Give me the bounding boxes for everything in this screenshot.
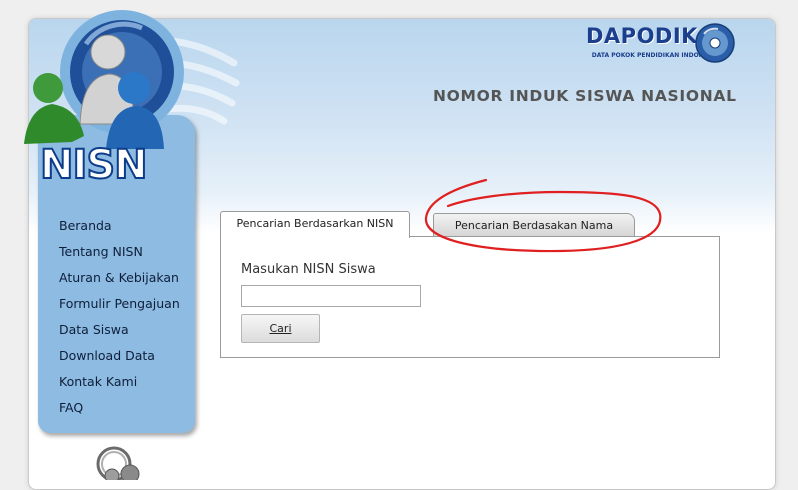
sidebar-item-tentang-nisn[interactable]: Tentang NISN bbox=[59, 239, 180, 265]
cd-disc-icon bbox=[695, 23, 735, 63]
keys-icon bbox=[96, 446, 140, 480]
nisn-input[interactable] bbox=[241, 285, 421, 307]
tab-search-by-nisn[interactable]: Pencarian Berdasarkan NISN bbox=[220, 211, 410, 238]
search-panel: Masukan NISN Siswa Cari bbox=[220, 236, 720, 358]
sidebar-item-beranda[interactable]: Beranda bbox=[59, 213, 180, 239]
nisn-logo-text: NISN bbox=[39, 141, 149, 189]
sidebar-nav: Beranda Tentang NISN Aturan & Kebijakan … bbox=[59, 213, 180, 421]
sidebar-item-faq[interactable]: FAQ bbox=[59, 395, 180, 421]
sidebar-item-kontak-kami[interactable]: Kontak Kami bbox=[59, 369, 180, 395]
sidebar-item-download-data[interactable]: Download Data bbox=[59, 343, 180, 369]
sidebar-item-data-siswa[interactable]: Data Siswa bbox=[59, 317, 180, 343]
sidebar-item-formulir-pengajuan[interactable]: Formulir Pengajuan bbox=[59, 291, 180, 317]
dapodik-logo: DAPODIK DATA POKOK PENDIDIKAN INDONESIA bbox=[586, 23, 735, 74]
sidebar-item-aturan-kebijakan[interactable]: Aturan & Kebijakan bbox=[59, 265, 180, 291]
dapodik-logo-text: DAPODIK bbox=[586, 24, 698, 48]
cari-button[interactable]: Cari bbox=[241, 314, 320, 343]
search-heading: Masukan NISN Siswa bbox=[241, 262, 376, 277]
site-title: NOMOR INDUK SISWA NASIONAL bbox=[433, 87, 737, 105]
